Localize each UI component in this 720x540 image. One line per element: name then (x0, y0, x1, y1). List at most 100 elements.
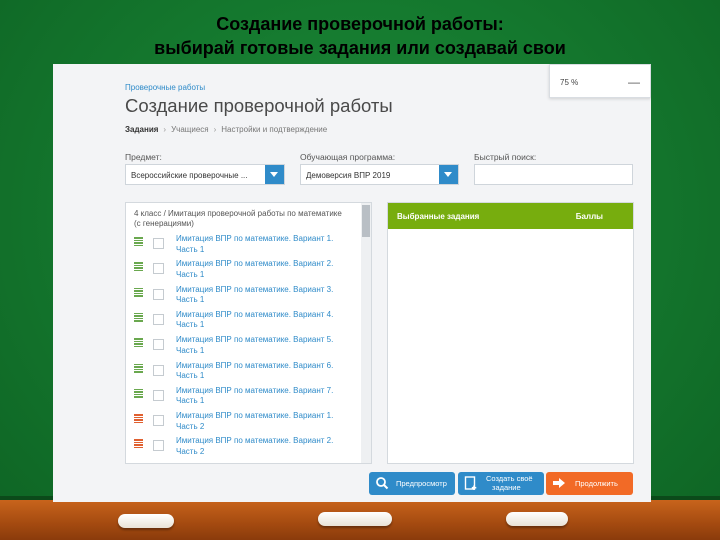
task-title-line2: Часть 1 (176, 269, 205, 279)
task-title-line2: Часть 1 (176, 320, 205, 330)
zoom-indicator[interactable]: 75 % — (549, 64, 651, 98)
task-type-icon (134, 262, 143, 272)
selected-tasks-title: Выбранные задания (397, 212, 480, 221)
app-screenshot: 75 % — Проверочные работы Создание прове… (53, 64, 651, 502)
task-title-line2: Часть 2 (176, 421, 205, 431)
task-type-icon (134, 388, 143, 398)
score-column-title: Баллы (575, 212, 603, 221)
task-title-line2: Часть 1 (176, 295, 205, 305)
task-link[interactable]: Имитация ВПР по математике. Вариант 4. Ча… (176, 310, 356, 331)
task-list-item[interactable]: Имитация ВПР по математике. Вариант 1. Ча… (126, 234, 362, 259)
continue-button[interactable]: Продолжить (546, 472, 633, 495)
task-title-line1: Имитация ВПР по математике. Вариант 5. (176, 335, 334, 345)
continue-button-label: Продолжить (575, 479, 618, 488)
scrollbar-thumb[interactable] (362, 205, 370, 237)
task-list-item[interactable]: Имитация ВПР по математике. Вариант 2. Ча… (126, 259, 362, 284)
task-checkbox[interactable] (153, 440, 164, 452)
task-list: 4 класс / Имитация проверочной работы по… (125, 202, 372, 464)
subject-label: Предмет: (125, 152, 162, 162)
step-navigation: Задания › Учащиеся › Настройки и подтвержден… (125, 125, 327, 134)
task-checkbox[interactable] (153, 364, 164, 376)
task-checkbox[interactable] (153, 389, 164, 401)
program-select-value: Демоверсия ВПР 2019 (306, 171, 391, 180)
slide-title: Создание проверочной работы: выбирай гот… (0, 12, 720, 60)
task-list-item[interactable]: Имитация ВПР по математике. Вариант 3. Ча… (126, 285, 362, 310)
task-title-line2: Часть 1 (176, 244, 205, 254)
task-list-item[interactable]: Имитация ВПР по математике. Вариант 7. Ча… (126, 386, 362, 411)
chalk-piece (118, 514, 174, 528)
task-title-line1: Имитация ВПР по математике. Вариант 1. (176, 234, 334, 243)
task-type-icon (134, 237, 143, 246)
subject-select[interactable]: Всероссийские проверочные ... (125, 164, 285, 185)
task-type-icon (134, 439, 143, 449)
task-list-item[interactable]: Имитация ВПР по математике. Вариант 1. Ча… (126, 411, 362, 436)
task-title-line1: Имитация ВПР по математике. Вариант 3. (176, 462, 356, 463)
step-settings[interactable]: Настройки и подтверждение (221, 125, 327, 134)
task-list-scrollbar[interactable] (361, 203, 371, 463)
task-type-icon (134, 312, 143, 322)
task-title-line2: Часть 1 (176, 345, 205, 355)
task-checkbox[interactable] (153, 339, 164, 351)
add-document-icon (464, 476, 477, 490)
search-icon (376, 477, 389, 490)
task-link[interactable]: Имитация ВПР по математике. Вариант 3. Ча… (176, 285, 356, 306)
page-title: Создание проверочной работы (125, 95, 393, 116)
task-list-item[interactable]: Имитация ВПР по математике. Вариант 3. (126, 462, 362, 463)
chevron-down-icon[interactable] (439, 165, 458, 184)
task-list-item[interactable]: Имитация ВПР по математике. Вариант 6. Ча… (126, 361, 362, 386)
task-title-line1: Имитация ВПР по математике. Вариант 2. (176, 436, 334, 446)
task-link[interactable]: Имитация ВПР по математике. Вариант 5. Ча… (176, 335, 356, 356)
selected-tasks-panel: Выбранные задания Баллы (387, 202, 634, 464)
task-link[interactable]: Имитация ВПР по математике. Вариант 1. Ча… (176, 234, 356, 255)
chevron-down-icon[interactable] (265, 165, 284, 184)
chalk-piece (318, 512, 392, 526)
task-list-item[interactable]: Имитация ВПР по математике. Вариант 5. Ча… (126, 335, 362, 360)
task-link[interactable]: Имитация ВПР по математике. Вариант 6. Ча… (176, 361, 356, 382)
search-input[interactable] (474, 164, 633, 185)
task-checkbox[interactable] (153, 313, 164, 325)
chalk-piece (506, 512, 568, 526)
arrow-right-icon (553, 478, 565, 488)
preview-button[interactable]: Предпросмотр (369, 472, 455, 495)
task-checkbox[interactable] (153, 238, 164, 249)
task-title-line2: Часть 2 (176, 446, 205, 456)
task-title-line2: Часть 1 (176, 371, 205, 380)
step-tasks[interactable]: Задания (125, 125, 158, 134)
task-link[interactable]: Имитация ВПР по математике. Вариант 7. Ча… (176, 386, 356, 407)
zoom-value: 75 % (560, 78, 579, 87)
task-group-title: 4 класс / Имитация проверочной работы по… (134, 209, 342, 228)
preview-button-label: Предпросмотр (396, 479, 447, 488)
task-link[interactable]: Имитация ВПР по математике. Вариант 3. (176, 462, 356, 463)
slide-title-line2: выбирай готовые задания или создавай сво… (154, 38, 566, 58)
task-type-icon (134, 287, 143, 297)
program-select[interactable]: Демоверсия ВПР 2019 (300, 164, 459, 185)
task-title-line1: Имитация ВПР по математике. Вариант 6. (176, 360, 334, 370)
slide-title-line1: Создание проверочной работы: (216, 14, 504, 34)
create-task-label-line2: задание (492, 483, 521, 492)
task-title-line1: Имитация ВПР по математике. Вариант 4. (176, 309, 334, 319)
task-link[interactable]: Имитация ВПР по математике. Вариант 2. Ча… (176, 436, 356, 457)
task-title-line2: Часть 1 (176, 396, 205, 406)
breadcrumb[interactable]: Проверочные работы (125, 83, 205, 92)
step-separator-icon: › (213, 125, 217, 134)
task-checkbox[interactable] (153, 415, 164, 427)
task-link[interactable]: Имитация ВПР по математике. Вариант 2. Ча… (176, 259, 356, 280)
task-link[interactable]: Имитация ВПР по математике. Вариант 1. Ча… (176, 411, 356, 432)
task-type-icon (134, 414, 143, 424)
task-title-line1: Имитация ВПР по математике. Вариант 3. (176, 284, 334, 294)
search-label: Быстрый поиск: (474, 152, 537, 162)
task-type-icon (134, 338, 143, 348)
create-task-button[interactable]: Создать своё задание (458, 472, 544, 495)
subject-select-value: Всероссийские проверочные ... (131, 171, 248, 180)
step-separator-icon: › (163, 125, 167, 134)
task-list-item[interactable]: Имитация ВПР по математике. Вариант 4. Ча… (126, 310, 362, 335)
selected-tasks-header: Выбранные задания Баллы (388, 203, 633, 229)
program-label: Обучающая программа: (300, 152, 396, 162)
task-list-item[interactable]: Имитация ВПР по математике. Вариант 2. Ча… (126, 436, 362, 461)
step-students[interactable]: Учащиеся (171, 125, 209, 134)
create-task-label-line1: Создать своё (486, 474, 533, 483)
task-checkbox[interactable] (153, 263, 164, 275)
task-title-line1: Имитация ВПР по математике. Вариант 7. (176, 385, 334, 395)
zoom-close-icon[interactable]: — (628, 75, 640, 89)
task-checkbox[interactable] (153, 288, 164, 300)
